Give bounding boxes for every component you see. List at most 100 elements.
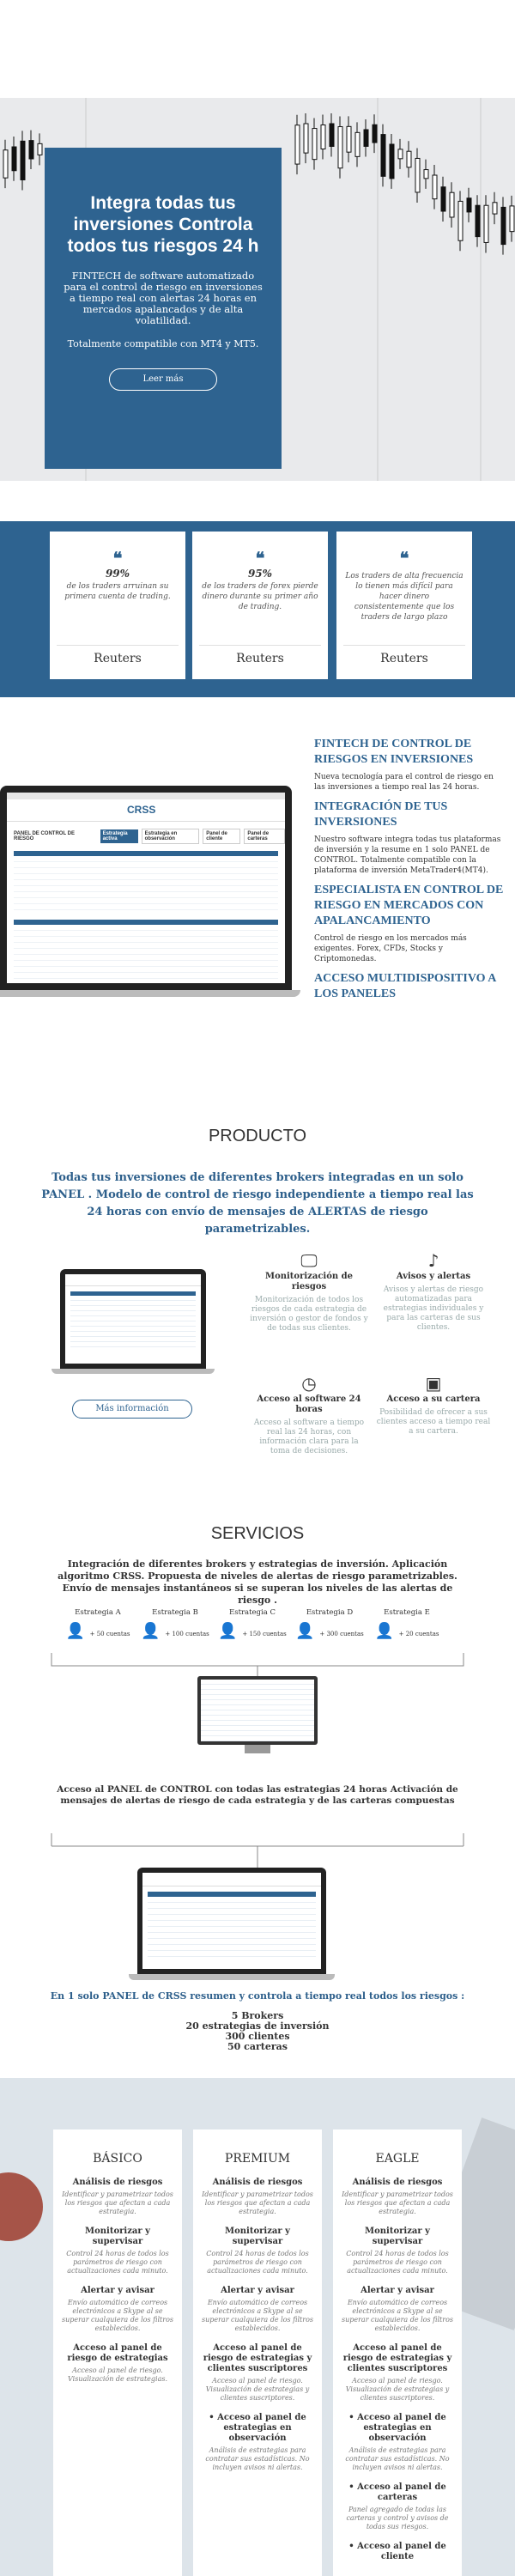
product-feature-title: Avisos y alertas xyxy=(396,1272,471,1281)
services-description: Integración de diferentes brokers y estr… xyxy=(58,1558,457,1606)
plan-feature-desc: Identificar y parametrizar todos los rie… xyxy=(62,2190,173,2215)
candle-body xyxy=(475,204,481,238)
plan-feature-desc: Envío automático de correos electrónicos… xyxy=(61,2299,173,2332)
plan-feature-title: Acceso al panel de riesgo de estrategias… xyxy=(203,2343,312,2373)
plan-feature-title: Alertar y avisar xyxy=(360,2286,434,2295)
services-title: SERVICIOS xyxy=(210,1524,305,1543)
product-feature-text: Acceso al software a tiempo real las 24 … xyxy=(253,1419,365,1455)
candle-body xyxy=(20,140,26,180)
tab-panel-carteras[interactable]: Panel de carteras xyxy=(244,829,285,844)
more-info-button[interactable]: Más información xyxy=(72,1400,192,1419)
plan-feature-desc: Control 24 horas de todos los parámetros… xyxy=(206,2250,309,2275)
panel-connector-lines xyxy=(51,1833,464,1868)
plan-feature-desc: Análisis de estrategias para contratar s… xyxy=(345,2446,450,2471)
product-feature-title: Acceso al software 24 horas xyxy=(257,1394,361,1414)
panel-title: PANEL DE CONTROL DE RIESGO xyxy=(14,831,76,841)
plan-feature-title: Alertar y avisar xyxy=(221,2286,294,2295)
candle-body xyxy=(363,129,369,147)
clock-icon: ◷ xyxy=(301,1373,317,1394)
strategy-item: Estrategia C 👤 + 150 cuentas xyxy=(218,1608,287,1643)
tab-panel-cliente[interactable]: Panel de cliente xyxy=(203,829,241,844)
quote-text: Los traders de alta frecuencia lo tienen… xyxy=(345,572,464,622)
plan-feature-title: Análisis de riesgos xyxy=(212,2178,303,2187)
plan-feature-desc: Acceso al panel de riesgo. Visualización… xyxy=(205,2377,310,2402)
candle-body xyxy=(492,202,498,215)
monitor-icon: 🖵 xyxy=(300,1250,318,1271)
product-feature: ◷ Acceso al software 24 horas Acceso al … xyxy=(249,1372,369,1456)
strategy-name: Estrategia C xyxy=(229,1608,276,1617)
product-feature: ♪ Avisos y alertas Avisos y alertas de r… xyxy=(373,1249,494,1333)
quote-icon: ❝ xyxy=(255,548,265,568)
plan-feature-title: Monitorizar y supervisar xyxy=(365,2227,430,2246)
quote-percent: 95% xyxy=(247,568,273,580)
feature-title: ESPECIALISTA EN CONTROL DE RIESGO EN MER… xyxy=(314,884,504,927)
laptop-services-image xyxy=(129,1868,335,1984)
product-feature-title: Monitorización de riesgos xyxy=(265,1272,353,1291)
plan-feature-desc: Análisis de estrategias para contratar s… xyxy=(205,2446,310,2471)
plan-feature-desc: Panel agregado de todas las carteras y c… xyxy=(346,2506,449,2530)
strategy-item: Estrategia B 👤 + 100 cuentas xyxy=(141,1608,209,1643)
plan-feature-desc: Acceso al panel de riesgo. Visualización… xyxy=(68,2366,167,2383)
feature-title: FINTECH DE CONTROL DE RIESGOS EN INVERSI… xyxy=(314,738,474,766)
plan-feature-desc: Acceso al panel de riesgo. Visualización… xyxy=(345,2377,450,2402)
plan-feature-title: Acceso al panel de riesgo de estrategias… xyxy=(342,2343,452,2373)
product-feature-text: Posibilidad de ofrecer a sus clientes ac… xyxy=(376,1408,491,1436)
plan-feature-title: • Acceso al panel de estrategias en obse… xyxy=(209,2413,306,2443)
person-icon: 👤 + 50 cuentas xyxy=(65,1622,130,1640)
coffee-cup-image xyxy=(0,2172,43,2241)
quotes-section: ❝ 99% de los traders arruinan su primera… xyxy=(0,521,515,697)
candle-body xyxy=(466,197,472,213)
candle-body xyxy=(483,204,489,243)
strategy-item: Estrategia E 👤 + 20 cuentas xyxy=(373,1608,441,1643)
candle-body xyxy=(320,124,326,150)
candle-body xyxy=(312,128,318,161)
candle-body xyxy=(294,125,300,165)
laptop-product-image xyxy=(52,1269,215,1377)
candle-body xyxy=(346,125,352,153)
laptop-brand: CRSS xyxy=(127,804,156,816)
quote-text: de los traders arruinan su primera cuent… xyxy=(64,582,171,601)
candle-body xyxy=(415,157,421,193)
plan-feature-title: Acceso al panel de riesgo de estrategias xyxy=(67,2343,168,2363)
plan-feature-title: Alertar y avisar xyxy=(81,2286,154,2295)
monitor-image xyxy=(197,1676,318,1758)
services-stats: 5 Brokers 20 estrategias de inversión 30… xyxy=(0,2011,515,2052)
feature-text: Nueva tecnología para el control de ries… xyxy=(314,773,494,792)
plan-feature-title: Monitorizar y supervisar xyxy=(85,2227,150,2246)
person-icon: 👤 + 300 cuentas xyxy=(295,1622,364,1640)
product-title: PRODUCTO xyxy=(208,1127,307,1145)
candle-body xyxy=(337,126,343,169)
plan-feature-desc: Control 24 horas de todos los parámetros… xyxy=(346,2250,449,2275)
candle-body xyxy=(28,140,34,160)
plan-feature-desc: Envío automático de correos electrónicos… xyxy=(341,2299,453,2332)
hero-compat: Totalmente compatible con MT4 y MT5. xyxy=(67,338,259,349)
product-feature: 🖵 Monitorización de riesgos Monitorizaci… xyxy=(249,1249,369,1334)
candle-body xyxy=(457,200,464,241)
strategy-item: Estrategia A 👤 + 50 cuentas xyxy=(64,1608,132,1643)
candle-body xyxy=(500,206,506,246)
plan-card-basico: BÁSICO Análisis de riesgos Identificar y… xyxy=(53,2129,182,2576)
tab-estrategia-activa[interactable]: Estrategia activa xyxy=(100,829,138,843)
strategy-name: Estrategia A xyxy=(75,1608,121,1617)
candle-body xyxy=(449,191,455,218)
strategy-name: Estrategia B xyxy=(152,1608,198,1617)
tab-estrategia-observacion[interactable]: Estrategia en observación xyxy=(141,829,200,844)
plan-feature-desc: Envío automático de correos electrónicos… xyxy=(201,2299,313,2332)
quote-icon: ❝ xyxy=(112,548,123,568)
read-more-button[interactable]: Leer más xyxy=(109,368,217,391)
quote-percent: 99% xyxy=(105,568,130,580)
person-icon: 👤 + 150 cuentas xyxy=(218,1622,287,1640)
plan-feature-title: Monitorizar y supervisar xyxy=(225,2227,290,2246)
hero-box: Integra todas tus inversiones Controla t… xyxy=(45,148,282,469)
plan-feature-desc: Identificar y parametrizar todos los rie… xyxy=(202,2190,313,2215)
quote-source: Reuters xyxy=(343,645,465,671)
candle-body xyxy=(440,186,446,212)
plan-feature-desc: Control 24 horas de todos los parámetros… xyxy=(66,2250,169,2275)
quote-text: de los traders de forex pierde dinero du… xyxy=(202,582,318,611)
candle-body xyxy=(3,149,9,179)
features-list: FINTECH DE CONTROL DE RIESGOS EN INVERSI… xyxy=(314,737,506,1002)
candle-body xyxy=(380,134,386,177)
bell-icon: ♪ xyxy=(427,1250,439,1271)
quote-source: Reuters xyxy=(199,645,321,671)
plan-card-premium: PREMIUM Análisis de riesgos Identificar … xyxy=(193,2129,322,2576)
